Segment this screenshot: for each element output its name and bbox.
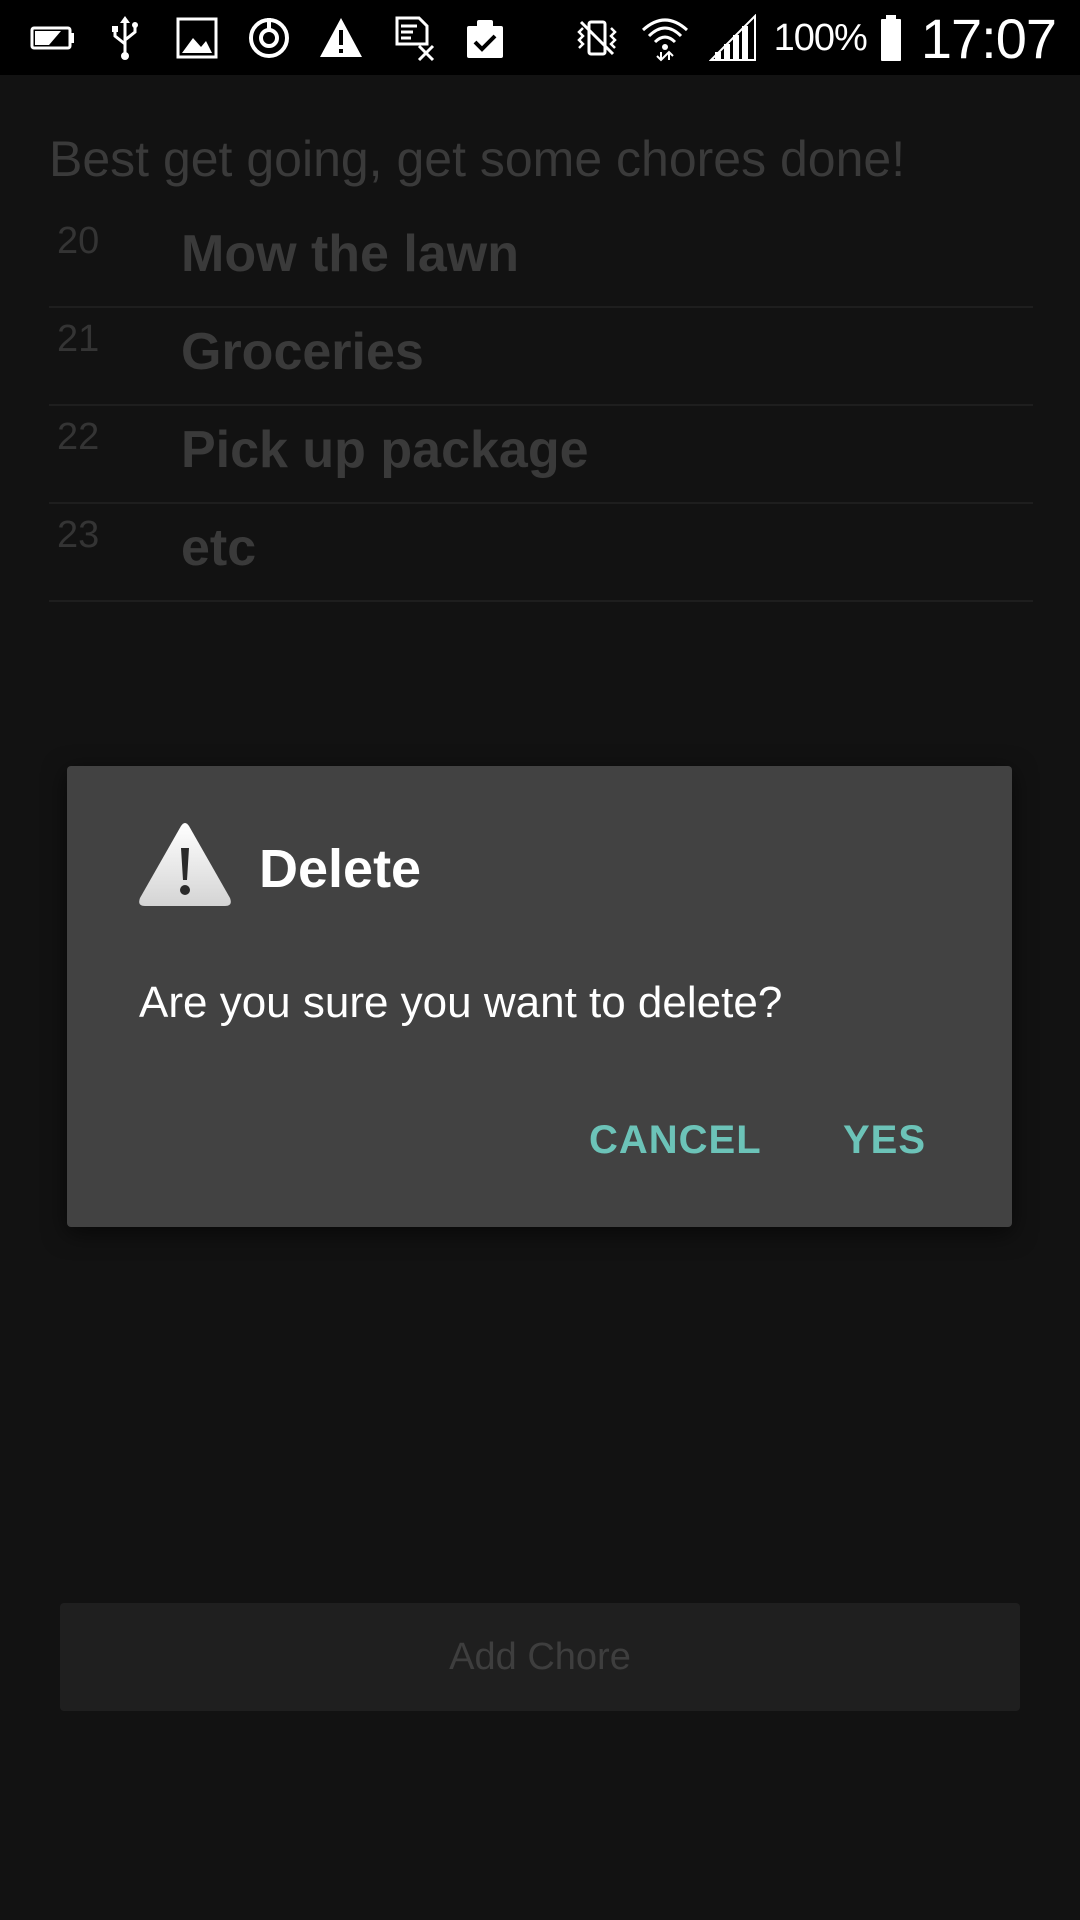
chore-list: 20 Mow the lawn 21 Groceries 22 Pick up … <box>49 210 1033 602</box>
usb-icon <box>98 11 152 65</box>
chore-name: Mow the lawn <box>181 225 519 283</box>
delete-dialog: Delete Are you sure you want to delete? … <box>67 766 1012 1227</box>
status-bar: 100% 17:07 <box>0 0 1080 75</box>
chore-name: Groceries <box>181 323 424 381</box>
chore-number: 23 <box>57 514 100 556</box>
notification-icons <box>26 10 530 66</box>
chore-row[interactable]: 21 Groceries <box>49 308 1033 406</box>
add-chore-button[interactable]: Add Chore <box>60 1603 1020 1711</box>
vibrate-mute-icon <box>570 11 624 65</box>
yes-button[interactable]: YES <box>843 1118 926 1163</box>
chore-number: 20 <box>57 220 100 262</box>
chore-row[interactable]: 23 etc <box>49 504 1033 602</box>
battery-percent: 100% <box>773 16 868 59</box>
chore-number: 21 <box>57 318 100 360</box>
wifi-icon <box>638 11 692 65</box>
dialog-message: Are you sure you want to delete? <box>139 978 783 1027</box>
sync-icon <box>242 11 296 65</box>
chore-name: Pick up package <box>181 421 589 479</box>
dialog-title: Delete <box>259 839 422 899</box>
image-icon <box>170 11 224 65</box>
clock: 17:07 <box>920 6 1057 70</box>
battery-saver-icon <box>26 11 80 65</box>
motto-text: Best get going, get some chores done! <box>49 131 906 187</box>
warning-icon <box>137 820 233 908</box>
battery-icon <box>875 11 907 65</box>
chore-row[interactable]: 22 Pick up package <box>49 406 1033 504</box>
signal-icon <box>706 11 760 65</box>
chore-name: etc <box>181 519 257 577</box>
warning-icon <box>314 11 368 65</box>
system-icons: 100% 17:07 <box>570 6 1057 70</box>
cancel-button[interactable]: CANCEL <box>589 1118 762 1163</box>
clipboard-check-icon <box>458 11 512 65</box>
chore-number: 22 <box>57 416 100 458</box>
sim-off-icon <box>386 11 440 65</box>
chore-row[interactable]: 20 Mow the lawn <box>49 210 1033 308</box>
